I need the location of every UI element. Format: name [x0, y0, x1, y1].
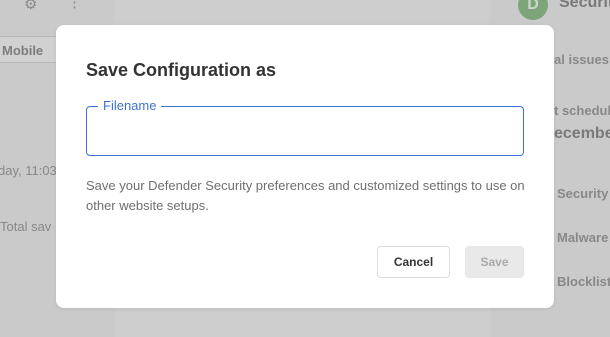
- filename-input[interactable]: [99, 121, 509, 143]
- cancel-button[interactable]: Cancel: [377, 246, 450, 278]
- filename-label: Filename: [98, 98, 162, 114]
- save-button[interactable]: Save: [465, 246, 524, 278]
- dialog-description: Save your Defender Security preferences …: [86, 178, 525, 213]
- filename-field[interactable]: Filename: [86, 98, 524, 156]
- save-configuration-dialog: Save Configuration as Filename Save your…: [56, 25, 554, 308]
- dialog-title: Save Configuration as: [86, 60, 277, 80]
